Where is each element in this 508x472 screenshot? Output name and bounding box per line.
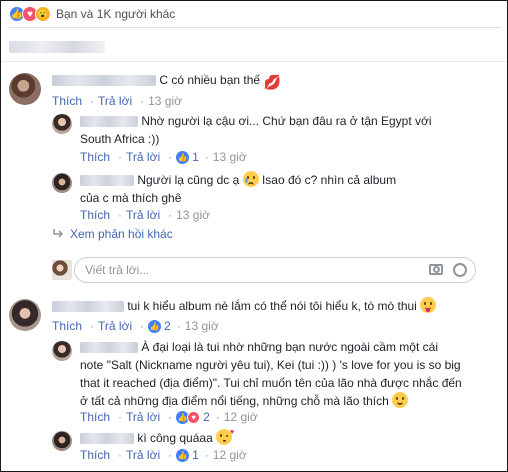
reply-button[interactable]: Trả lời bbox=[126, 410, 160, 424]
tongue-emoji bbox=[420, 297, 437, 313]
reply-button[interactable]: Trả lời bbox=[126, 150, 160, 164]
disappointed-relieved-emoji bbox=[242, 171, 259, 187]
comment-text: tui k hiểu album nè lắm có thể nói tôi h… bbox=[52, 297, 502, 315]
like-button[interactable]: Thích bbox=[80, 448, 110, 462]
blurred-author-name[interactable] bbox=[80, 342, 138, 354]
avatar[interactable] bbox=[9, 73, 41, 105]
like-count-icon[interactable]: 👍 bbox=[176, 448, 190, 462]
like-count-icon[interactable]: 👍 bbox=[148, 319, 162, 333]
like-button[interactable]: Thích bbox=[80, 208, 110, 222]
avatar[interactable] bbox=[52, 431, 72, 451]
blurred-author-name[interactable] bbox=[52, 301, 124, 313]
like-count[interactable]: 2 bbox=[164, 319, 171, 333]
avatar[interactable] bbox=[9, 299, 41, 331]
divider bbox=[1, 61, 507, 62]
reply-button[interactable]: Trả lời bbox=[98, 319, 132, 333]
comment-actions: Thích · Trả lời · 👍 1 · 12 giờ bbox=[80, 448, 247, 462]
blurred-author-name[interactable] bbox=[80, 175, 134, 187]
reply-input[interactable]: Viết trả lời... bbox=[74, 257, 476, 283]
comment-actions: Thích · Trả lời · 👍 ♥ 2 · 12 giờ bbox=[80, 410, 258, 424]
reply-placeholder: Viết trả lời... bbox=[85, 263, 150, 277]
reactions-summary-text[interactable]: Bạn và 1K người khác bbox=[56, 7, 175, 21]
timestamp[interactable]: 12 giờ bbox=[224, 410, 258, 424]
avatar[interactable] bbox=[52, 173, 72, 193]
kiss-lips-emoji: 💋 bbox=[263, 74, 282, 90]
camera-icon[interactable] bbox=[429, 264, 443, 275]
current-user-avatar bbox=[52, 260, 72, 280]
comment-actions: Thích · Trả lời · 13 giờ bbox=[52, 94, 182, 108]
avatar[interactable] bbox=[52, 341, 72, 361]
reply-arrow-icon bbox=[53, 229, 64, 238]
timestamp[interactable]: 13 giờ bbox=[176, 208, 210, 222]
comment-actions: Thích · Trả lời · 13 giờ bbox=[80, 208, 210, 222]
comment-text: kì công quáaa ♥ bbox=[80, 429, 480, 447]
timestamp[interactable]: 12 giờ bbox=[213, 448, 247, 462]
kiss-heart-emoji: ♥ bbox=[216, 429, 234, 445]
like-count-icon[interactable]: 👍 bbox=[176, 150, 190, 164]
blurred-author-name[interactable] bbox=[80, 433, 134, 445]
love-count-icon[interactable]: ♥ bbox=[187, 410, 201, 424]
comment-text: Người lạ cũng dc ạ Isao đó c? nhìn cả al… bbox=[80, 171, 397, 205]
blurred-author-name[interactable] bbox=[52, 75, 156, 87]
like-count[interactable]: 1 bbox=[192, 448, 199, 462]
smile-emoji bbox=[392, 392, 409, 408]
reactions-summary[interactable]: 👍 ♥ 😮 Bạn và 1K người khác bbox=[9, 5, 175, 23]
avatar[interactable] bbox=[52, 114, 72, 134]
like-count[interactable]: 2 bbox=[203, 410, 210, 424]
divider bbox=[9, 27, 501, 28]
blurred-author-name[interactable] bbox=[80, 116, 138, 128]
timestamp[interactable]: 13 giờ bbox=[148, 94, 182, 108]
comment-text: Nhờ người lạ cậu ơi... Chứ bạn đâu ra ở … bbox=[80, 114, 432, 146]
comment-actions: Thích · Trả lời · 👍 2 · 13 giờ bbox=[52, 319, 219, 333]
reply-button[interactable]: Trả lời bbox=[98, 94, 132, 108]
blurred-text bbox=[9, 41, 105, 53]
more-replies-link[interactable]: Xem phản hồi khác bbox=[52, 227, 173, 241]
timestamp[interactable]: 13 giờ bbox=[213, 150, 247, 164]
comments-panel: 👍 ♥ 😮 Bạn và 1K người khác C có nhiều bạ… bbox=[0, 0, 508, 472]
comment-text: C có nhiều bạn thế 💋 bbox=[52, 71, 281, 90]
like-button[interactable]: Thích bbox=[52, 94, 82, 108]
like-count[interactable]: 1 bbox=[192, 150, 199, 164]
reply-button[interactable]: Trả lời bbox=[126, 208, 160, 222]
like-button[interactable]: Thích bbox=[80, 410, 110, 424]
wow-icon: 😮 bbox=[35, 6, 51, 22]
reply-button[interactable]: Trả lời bbox=[126, 448, 160, 462]
like-button[interactable]: Thích bbox=[52, 319, 82, 333]
emoji-icon[interactable] bbox=[453, 263, 467, 277]
timestamp[interactable]: 13 giờ bbox=[185, 319, 219, 333]
comment-text: À đại loại là tui nhờ những bạn nước ngo… bbox=[80, 340, 462, 408]
comment-actions: Thích · Trả lời · 👍 1 · 13 giờ bbox=[80, 150, 247, 164]
like-button[interactable]: Thích bbox=[80, 150, 110, 164]
